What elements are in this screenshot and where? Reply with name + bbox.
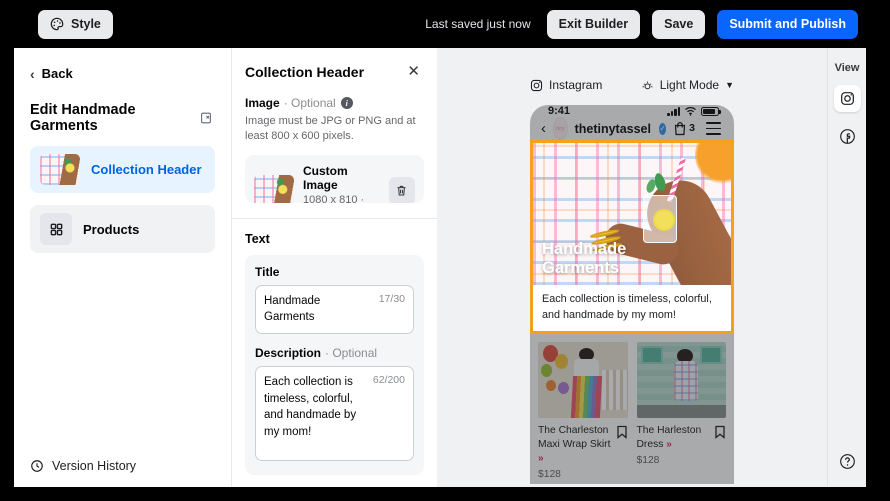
chevron-left-icon: ‹ bbox=[30, 67, 35, 81]
platform-indicator: Instagram bbox=[530, 78, 602, 92]
wifi-icon bbox=[684, 106, 697, 116]
collection-header-thumbnail bbox=[40, 154, 80, 185]
builder-window: ‹ Back Edit Handmade Garments Collection… bbox=[14, 48, 866, 487]
section-divider bbox=[232, 218, 437, 219]
panel-title: Collection Header bbox=[245, 64, 364, 80]
hero-description: Each collection is timeless, colorful, a… bbox=[533, 285, 731, 331]
image-section-label: Image bbox=[245, 96, 280, 110]
page-title: Edit Handmade Garments bbox=[30, 102, 197, 134]
sidebar-item-label: Products bbox=[83, 222, 139, 237]
submit-publish-button[interactable]: Submit and Publish bbox=[717, 10, 858, 39]
text-card: Title Handmade Garments 17/30 Descriptio… bbox=[245, 255, 424, 475]
title-input-value: Handmade Garments bbox=[264, 293, 373, 326]
title-field-label: Title bbox=[255, 265, 414, 279]
phone-status-bar: 9:41 bbox=[530, 105, 734, 117]
image-optional-label: · Optional bbox=[284, 96, 336, 110]
instagram-icon bbox=[530, 79, 543, 92]
shopping-bag-button[interactable]: 3 bbox=[673, 121, 695, 136]
custom-image-thumbnail bbox=[254, 175, 294, 203]
shop-name: thetinytassel bbox=[575, 122, 651, 136]
hero-image: Handmade Garments bbox=[533, 143, 731, 285]
sun-icon bbox=[641, 79, 654, 92]
hero-decor bbox=[695, 143, 731, 185]
platform-label: Instagram bbox=[549, 78, 602, 92]
collection-header-section-selected[interactable]: Handmade Garments Each collection is tim… bbox=[530, 140, 734, 334]
shop-tag-icon: » bbox=[666, 439, 672, 450]
chevron-down-icon: ▼ bbox=[725, 80, 734, 90]
image-helper-text: Image must be JPG or PNG and at least 80… bbox=[245, 114, 424, 145]
close-icon[interactable]: ✕ bbox=[403, 62, 424, 81]
question-mark-icon bbox=[839, 453, 856, 470]
shopping-bag-icon bbox=[673, 121, 687, 136]
view-rail: View bbox=[827, 48, 866, 487]
display-mode-label: Light Mode bbox=[660, 78, 719, 92]
image-name: Custom Image bbox=[303, 164, 380, 192]
sidebar-item-collection-header[interactable]: Collection Header bbox=[30, 146, 215, 193]
version-history-button[interactable]: Version History bbox=[30, 459, 215, 473]
grid-icon bbox=[40, 213, 72, 245]
description-char-counter: 62/200 bbox=[373, 374, 405, 386]
display-mode-selector[interactable]: Light Mode ▼ bbox=[641, 78, 734, 92]
title-char-counter: 17/30 bbox=[379, 293, 405, 305]
brand-avatar: tiny bbox=[553, 117, 568, 140]
bag-count: 3 bbox=[689, 122, 695, 134]
verified-badge-icon: ✓ bbox=[659, 123, 666, 135]
product-image bbox=[637, 342, 727, 418]
preview-area: Instagram Light Mode ▼ 9:41 bbox=[437, 48, 827, 487]
view-instagram-button[interactable] bbox=[834, 85, 861, 112]
hero-title-overlay: Handmade Garments bbox=[542, 240, 652, 278]
sidebar-item-label: Collection Header bbox=[91, 162, 202, 177]
left-sidebar: ‹ Back Edit Handmade Garments Collection… bbox=[14, 48, 232, 487]
back-button[interactable]: ‹ Back bbox=[30, 66, 215, 81]
shop-tag-icon: » bbox=[538, 453, 544, 464]
description-field-label: Description bbox=[255, 346, 321, 360]
back-chevron-icon[interactable]: ‹ bbox=[541, 120, 546, 137]
last-saved-status: Last saved just now bbox=[425, 17, 530, 31]
image-dimensions: 1080 x 810 · 4:3 bbox=[303, 194, 380, 203]
view-label: View bbox=[835, 62, 860, 74]
image-card: Custom Image 1080 x 810 · 4:3 bbox=[245, 155, 424, 203]
trash-icon bbox=[395, 184, 408, 197]
product-price: $128 bbox=[538, 469, 628, 480]
status-time: 9:41 bbox=[548, 105, 570, 117]
product-image bbox=[538, 342, 628, 418]
description-optional-label: · Optional bbox=[325, 346, 377, 360]
battery-icon bbox=[701, 107, 719, 116]
text-section-label: Text bbox=[245, 232, 424, 246]
products-section[interactable]: The Charleston Maxi Wrap Skirt » $128 bbox=[530, 334, 734, 484]
menu-icon[interactable] bbox=[704, 120, 723, 136]
save-button[interactable]: Save bbox=[652, 10, 705, 39]
style-button-label: Style bbox=[71, 17, 101, 31]
view-facebook-button[interactable] bbox=[834, 123, 861, 150]
title-input[interactable]: Handmade Garments 17/30 bbox=[255, 285, 414, 334]
palette-icon bbox=[50, 17, 64, 31]
bookmark-icon[interactable] bbox=[616, 425, 628, 439]
shop-nav-bar: ‹ tiny thetinytassel ✓ 3 bbox=[530, 117, 734, 140]
instagram-icon bbox=[840, 91, 855, 106]
facebook-icon bbox=[839, 128, 856, 145]
help-button[interactable] bbox=[834, 448, 861, 475]
style-button[interactable]: Style bbox=[38, 10, 113, 39]
description-textarea[interactable]: Each collection is timeless, colorful, a… bbox=[255, 366, 414, 461]
product-card[interactable]: The Harleston Dress » $128 bbox=[637, 342, 727, 480]
back-label: Back bbox=[42, 66, 73, 81]
version-history-label: Version History bbox=[52, 459, 136, 473]
info-icon[interactable]: i bbox=[341, 97, 353, 109]
bookmark-icon[interactable] bbox=[714, 425, 726, 439]
builder-topbar: Style Last saved just now Exit Builder S… bbox=[0, 0, 890, 48]
rename-collection-icon[interactable] bbox=[197, 109, 215, 127]
product-price: $128 bbox=[637, 455, 727, 466]
product-name: The Charleston Maxi Wrap Skirt bbox=[538, 425, 610, 450]
product-card[interactable]: The Charleston Maxi Wrap Skirt » $128 bbox=[538, 342, 628, 480]
delete-image-button[interactable] bbox=[389, 177, 415, 203]
history-clock-icon bbox=[30, 459, 44, 473]
exit-builder-button[interactable]: Exit Builder bbox=[547, 10, 640, 39]
cell-signal-icon bbox=[667, 107, 680, 116]
sidebar-item-products[interactable]: Products bbox=[30, 205, 215, 253]
phone-preview: 9:41 ‹ tiny thetiny bbox=[530, 105, 734, 484]
description-textarea-value: Each collection is timeless, colorful, a… bbox=[264, 374, 367, 441]
collection-header-editor-panel: Collection Header ✕ Image · Optional i I… bbox=[232, 48, 437, 487]
hero-decor bbox=[653, 209, 675, 231]
